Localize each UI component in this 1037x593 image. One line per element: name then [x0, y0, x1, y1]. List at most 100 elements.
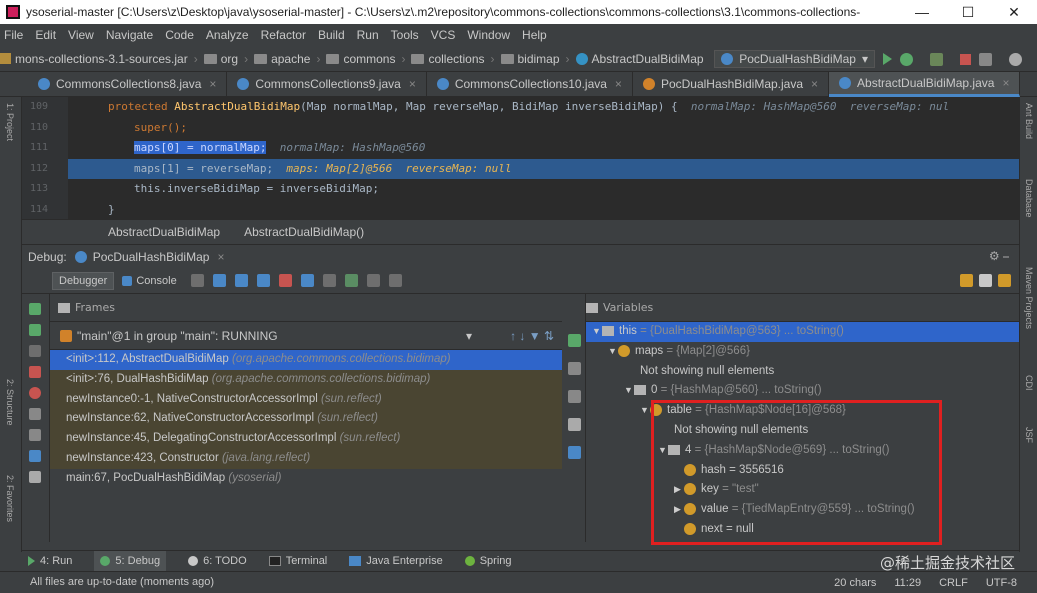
watches-icon[interactable]: [568, 446, 581, 459]
settings-icon[interactable]: [29, 450, 41, 462]
nav-crumb-jar[interactable]: mons-collections-3.1-sources.jar: [0, 52, 188, 66]
menu-code[interactable]: Code: [165, 28, 194, 42]
close-button[interactable]: ✕: [991, 0, 1037, 24]
nav-crumb-apache[interactable]: apache: [254, 52, 310, 66]
stack-frame[interactable]: <init>:76, DualHashBidiMap (org.apache.c…: [50, 370, 562, 390]
stack-frame[interactable]: newInstance:423, Constructor (java.lang.…: [50, 449, 562, 469]
stack-frame[interactable]: main:67, PocDualHashBidiMap (ysoserial): [50, 469, 562, 489]
trace-icon[interactable]: [388, 274, 402, 287]
tool-window-ant-build[interactable]: Ant Build: [1024, 103, 1034, 139]
close-icon[interactable]: ×: [209, 77, 216, 91]
menu-edit[interactable]: Edit: [35, 28, 56, 42]
variable-row[interactable]: ▼ this = {DualHashBidiMap@563} ... toStri…: [586, 322, 1019, 342]
status-caret-position[interactable]: 11:29: [894, 577, 921, 589]
nav-crumb-org[interactable]: org: [203, 52, 238, 66]
tab-console[interactable]: Console: [136, 275, 176, 287]
threads-icon[interactable]: [998, 274, 1011, 287]
evaluate-expression-icon[interactable]: [366, 274, 380, 287]
view-breakpoints-icon[interactable]: [29, 387, 41, 399]
menu-analyze[interactable]: Analyze: [206, 28, 249, 42]
tool-window-jsf[interactable]: JSF: [1024, 427, 1034, 443]
close-icon[interactable]: ×: [409, 77, 416, 91]
nav-crumb-collections[interactable]: collections: [411, 52, 485, 66]
nav-crumb-class[interactable]: AbstractDualBidiMap: [575, 52, 704, 66]
status-line-separator[interactable]: CRLF: [939, 577, 968, 589]
menu-refactor[interactable]: Refactor: [261, 28, 306, 42]
tool-window-cdi[interactable]: CDI: [1024, 375, 1034, 391]
resume-icon[interactable]: [29, 324, 41, 336]
breadcrumb-class[interactable]: AbstractDualBidiMap: [108, 225, 220, 239]
tool-tab-run[interactable]: 4: Run: [28, 555, 72, 567]
search-icon[interactable]: [1009, 52, 1022, 66]
step-into-icon[interactable]: [256, 274, 270, 287]
menu-navigate[interactable]: Navigate: [106, 28, 153, 42]
menu-help[interactable]: Help: [522, 28, 547, 42]
menu-tools[interactable]: Tools: [391, 28, 419, 42]
tool-window-project[interactable]: 1: Project: [5, 103, 15, 141]
drop-frame-icon[interactable]: [322, 274, 336, 287]
minimize-button[interactable]: —: [899, 0, 945, 24]
force-step-into-icon[interactable]: [278, 274, 292, 287]
close-icon[interactable]: ×: [217, 250, 224, 264]
memory-icon[interactable]: [979, 274, 992, 287]
expand-icon[interactable]: ▼: [592, 322, 602, 342]
step-out-icon[interactable]: [300, 274, 314, 287]
menu-file[interactable]: File: [4, 28, 23, 42]
copy-icon[interactable]: [568, 418, 581, 431]
coverage-icon[interactable]: [930, 52, 943, 66]
stop-icon[interactable]: [29, 366, 41, 378]
gear-icon[interactable]: ⚙ ⎯: [989, 249, 1009, 264]
debug-icon[interactable]: [900, 52, 913, 66]
tostring-link[interactable]: ... toString(): [784, 325, 844, 337]
stack-frame[interactable]: newInstance0:-1, NativeConstructorAccess…: [50, 390, 562, 410]
tab-commonscollections8[interactable]: CommonsCollections8.java ×: [28, 71, 228, 97]
status-encoding[interactable]: UTF-8: [986, 577, 1017, 589]
menu-window[interactable]: Window: [467, 28, 510, 42]
menu-vcs[interactable]: VCS: [431, 28, 456, 42]
thread-selector[interactable]: "main"@1 in group "main": RUNNING ▾ ↑ ↓ ▼…: [50, 322, 562, 350]
tab-commonscollections10[interactable]: CommonsCollections10.java ×: [427, 71, 633, 97]
rerun-icon[interactable]: [29, 303, 41, 315]
code-editor[interactable]: 109 110 111 112 113 114 protected Abstra…: [22, 97, 1019, 219]
tab-debugger[interactable]: Debugger: [52, 271, 115, 290]
stack-frame[interactable]: <init>:112, AbstractDualBidiMap (org.apa…: [50, 350, 562, 370]
tool-tab-todo[interactable]: 6: TODO: [188, 555, 247, 567]
mute-breakpoints-icon[interactable]: [29, 408, 41, 420]
stack-frame[interactable]: newInstance:45, DelegatingConstructorAcc…: [50, 429, 562, 449]
tool-window-database[interactable]: Database: [1024, 179, 1034, 218]
menu-run[interactable]: Run: [357, 28, 379, 42]
frame-nav-icons[interactable]: ↑ ↓ ▼ ⇅: [510, 329, 554, 343]
get-thread-dump-icon[interactable]: [29, 429, 41, 441]
tool-tab-spring[interactable]: Spring: [464, 555, 512, 567]
run-icon[interactable]: [883, 53, 892, 65]
expand-icon[interactable]: ▼: [640, 401, 650, 421]
tool-window-favorites[interactable]: 2: Favorites: [5, 475, 15, 522]
run-configuration-select[interactable]: PocDualHashBidiMap ▾: [714, 50, 875, 68]
restore-layout-icon[interactable]: [960, 274, 973, 287]
pin-icon[interactable]: [29, 471, 41, 483]
tab-pocdualhashbidimap[interactable]: PocDualHashBidiMap.java ×: [633, 71, 830, 97]
stop-icon[interactable]: [960, 53, 971, 65]
tool-tab-terminal[interactable]: Terminal: [268, 555, 327, 567]
tostring-link[interactable]: ... toString(): [761, 384, 821, 396]
menu-build[interactable]: Build: [318, 28, 345, 42]
nav-crumb-commons[interactable]: commons: [326, 52, 395, 66]
tab-commonscollections9[interactable]: CommonsCollections9.java ×: [227, 71, 427, 97]
layout-icon[interactable]: [190, 274, 204, 287]
show-execution-point-icon[interactable]: [212, 274, 226, 287]
debug-session-tab[interactable]: PocDualHashBidiMap: [93, 250, 210, 264]
stack-frame[interactable]: newInstance:62, NativeConstructorAccesso…: [50, 409, 562, 429]
close-icon[interactable]: ×: [1002, 76, 1009, 90]
run-to-cursor-icon[interactable]: [344, 274, 358, 287]
variable-row[interactable]: ▼ maps = {Map[2]@566}: [586, 342, 1019, 362]
variable-row[interactable]: ▼ 0 = {HashMap@560} ... toString(): [586, 381, 1019, 401]
add-watch-icon[interactable]: [568, 334, 581, 347]
breadcrumb-method[interactable]: AbstractDualBidiMap(): [244, 225, 364, 239]
move-up-icon[interactable]: [568, 362, 581, 375]
pause-icon[interactable]: [29, 345, 41, 357]
tool-tab-debug[interactable]: 5: Debug: [94, 551, 167, 571]
step-over-icon[interactable]: [234, 274, 248, 287]
move-down-icon[interactable]: [568, 390, 581, 403]
close-icon[interactable]: ×: [811, 77, 818, 91]
tool-window-maven[interactable]: Maven Projects: [1024, 267, 1034, 329]
